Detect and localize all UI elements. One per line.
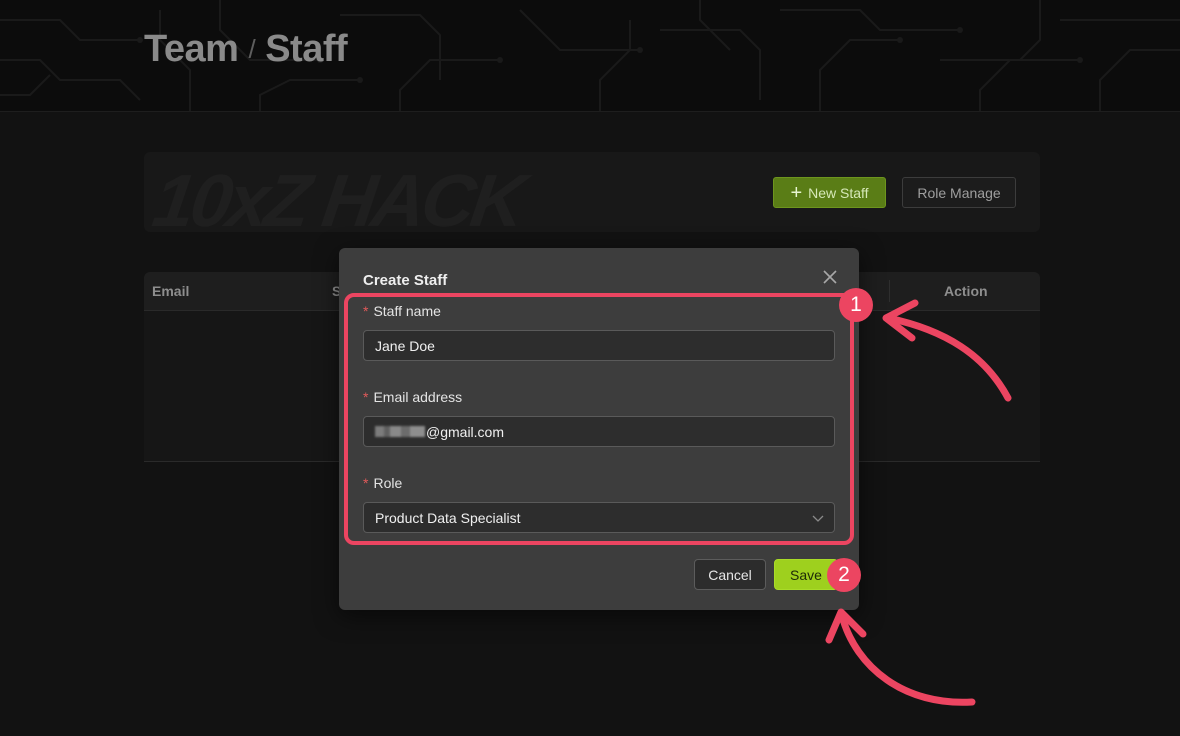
column-header-email: Email	[152, 283, 190, 299]
banner-logo-watermark: 10xZ HACK	[148, 159, 527, 232]
new-staff-label: New Staff	[808, 184, 869, 201]
breadcrumb-separator: /	[248, 34, 256, 64]
role-manage-button[interactable]: Role Manage	[902, 177, 1016, 208]
new-staff-button[interactable]: + New Staff	[773, 177, 886, 208]
form-highlight-box	[344, 293, 854, 545]
header-divider	[0, 111, 1180, 112]
step-badge-2: 2	[827, 558, 861, 592]
arrow-to-step-2	[838, 612, 976, 706]
breadcrumb: Team / Staff	[144, 28, 348, 71]
breadcrumb-team[interactable]: Team	[144, 28, 239, 71]
cancel-button[interactable]: Cancel	[694, 559, 766, 590]
column-header-action: Action	[944, 283, 988, 299]
dialog-title: Create Staff	[363, 272, 448, 289]
page-title: Staff	[265, 28, 348, 70]
page-header: Team / Staff	[0, 0, 1180, 111]
column-divider	[889, 280, 890, 302]
step-badge-1: 1	[839, 288, 873, 322]
plus-icon: +	[790, 181, 803, 204]
close-icon[interactable]	[821, 268, 839, 286]
